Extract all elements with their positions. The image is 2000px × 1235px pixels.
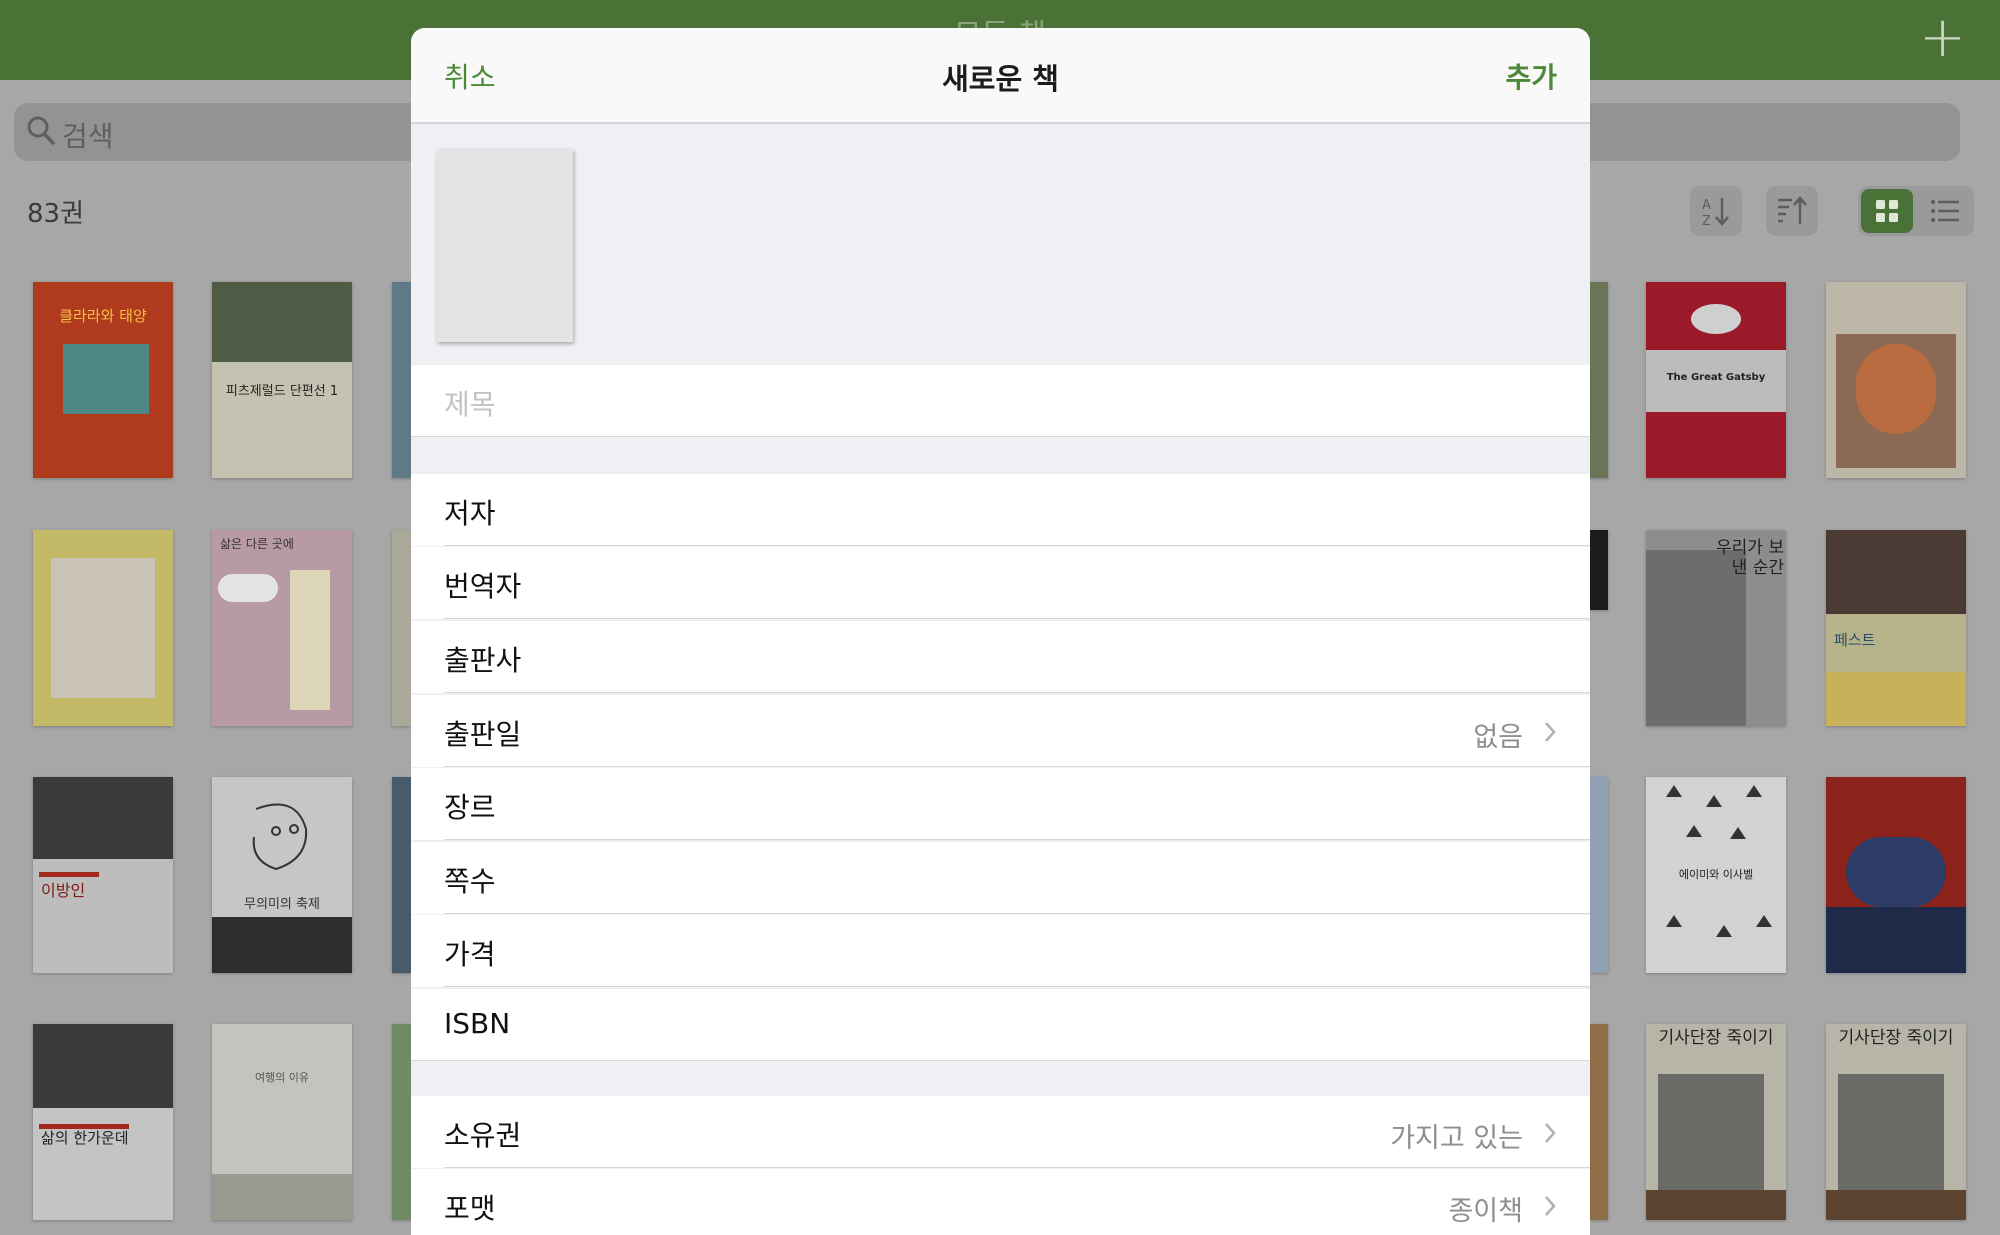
book-cover[interactable] [1826, 282, 1966, 478]
svg-text:A: A [1702, 198, 1711, 213]
format-value: 종이책 [1448, 1196, 1523, 1227]
genre-label: 장르 [444, 791, 496, 824]
format-label: 포맷 [444, 1192, 496, 1225]
book-cover[interactable]: 삶은 다른 곳에 [212, 530, 352, 726]
ownership-label: 소유권 [444, 1119, 522, 1152]
translator-field[interactable]: 번역자 [411, 547, 1590, 619]
book-cover[interactable]: 에이미와 이사벨 [1646, 777, 1786, 973]
sheet-title: 새로운 책 [942, 62, 1059, 96]
book-cover[interactable]: 피츠제럴드 단편선 1 [212, 282, 352, 478]
book-cover[interactable]: 클라라와 태양 [33, 282, 173, 478]
ownership-value: 가지고 있는 [1390, 1123, 1523, 1154]
grid-view-button[interactable] [1861, 189, 1913, 233]
book-cover[interactable] [392, 282, 411, 478]
pub-date-row[interactable]: 출판일 없음 [411, 695, 1590, 767]
book-cover[interactable]: 기사단장 죽이기 [1826, 1024, 1966, 1220]
author-field[interactable]: 저자 [411, 474, 1590, 546]
book-cover[interactable]: 기사단장 죽이기 [1646, 1024, 1786, 1220]
publisher-label: 출판사 [444, 644, 522, 677]
sort-date-icon [1778, 196, 1807, 224]
book-cover[interactable]: 우리가 보낸 순간 [1646, 530, 1786, 726]
isbn-field[interactable]: ISBN [411, 989, 1590, 1061]
book-cover[interactable]: 삶의 한가운데 [33, 1024, 173, 1220]
sort-alpha-button[interactable]: A Z [1690, 186, 1742, 236]
add-button[interactable]: 추가 [1505, 56, 1557, 96]
book-cover[interactable]: 이방인 [33, 777, 173, 973]
sort-alpha-icon: A Z [1702, 198, 1729, 227]
book-cover[interactable] [33, 530, 173, 726]
book-cover[interactable]: 여행의 이유 [212, 1024, 352, 1220]
chevron-right-icon [1545, 1123, 1556, 1143]
title-placeholder: 제목 [444, 388, 496, 421]
book-cover[interactable] [392, 1024, 411, 1220]
chevron-right-icon [1545, 1196, 1556, 1216]
book-cover[interactable] [392, 530, 411, 726]
sort-date-button[interactable] [1766, 186, 1818, 236]
sheet-header: 취소 새로운 책 추가 [411, 28, 1590, 124]
grid-view-icon [1876, 200, 1898, 222]
book-cover[interactable]: 페스트 [1826, 530, 1966, 726]
cover-area [411, 124, 1590, 361]
book-cover[interactable] [1590, 1024, 1608, 1220]
search-placeholder: 검색 [62, 120, 114, 153]
chevron-right-icon [1545, 722, 1556, 742]
title-field[interactable]: 제목 [411, 365, 1590, 437]
pub-date-value: 없음 [1473, 722, 1523, 753]
format-row[interactable]: 포맷 종이책 [411, 1169, 1590, 1235]
isbn-label: ISBN [444, 1007, 511, 1040]
search-icon [27, 116, 55, 145]
book-cover[interactable] [1590, 530, 1608, 610]
view-toggle[interactable] [1858, 186, 1974, 236]
new-book-sheet: 취소 새로운 책 추가 제목 저자 번역자 출판사 출판일 없음 장르 쪽수 가… [411, 28, 1590, 1235]
list-view-icon [1931, 200, 1959, 222]
genre-field[interactable]: 장르 [411, 768, 1590, 840]
book-cover[interactable] [1590, 777, 1608, 973]
translator-label: 번역자 [444, 570, 522, 603]
ownership-row[interactable]: 소유권 가지고 있는 [411, 1096, 1590, 1168]
author-label: 저자 [444, 497, 496, 530]
book-cover[interactable]: 무의미의 축제 [212, 777, 352, 973]
svg-text:Z: Z [1702, 214, 1711, 227]
price-field[interactable]: 가격 [411, 915, 1590, 987]
plus-icon[interactable]: + [1919, 10, 1966, 66]
pages-label: 쪽수 [444, 865, 496, 898]
cover-placeholder[interactable] [437, 149, 573, 342]
pages-field[interactable]: 쪽수 [411, 842, 1590, 914]
book-cover[interactable]: The Great Gatsby [1646, 282, 1786, 478]
publisher-field[interactable]: 출판사 [411, 621, 1590, 693]
book-cover[interactable] [1826, 777, 1966, 973]
book-cover[interactable] [392, 777, 411, 973]
book-cover[interactable] [1590, 282, 1608, 478]
price-label: 가격 [444, 938, 496, 971]
book-count: 83권 [27, 199, 85, 229]
pub-date-label: 출판일 [444, 718, 522, 751]
